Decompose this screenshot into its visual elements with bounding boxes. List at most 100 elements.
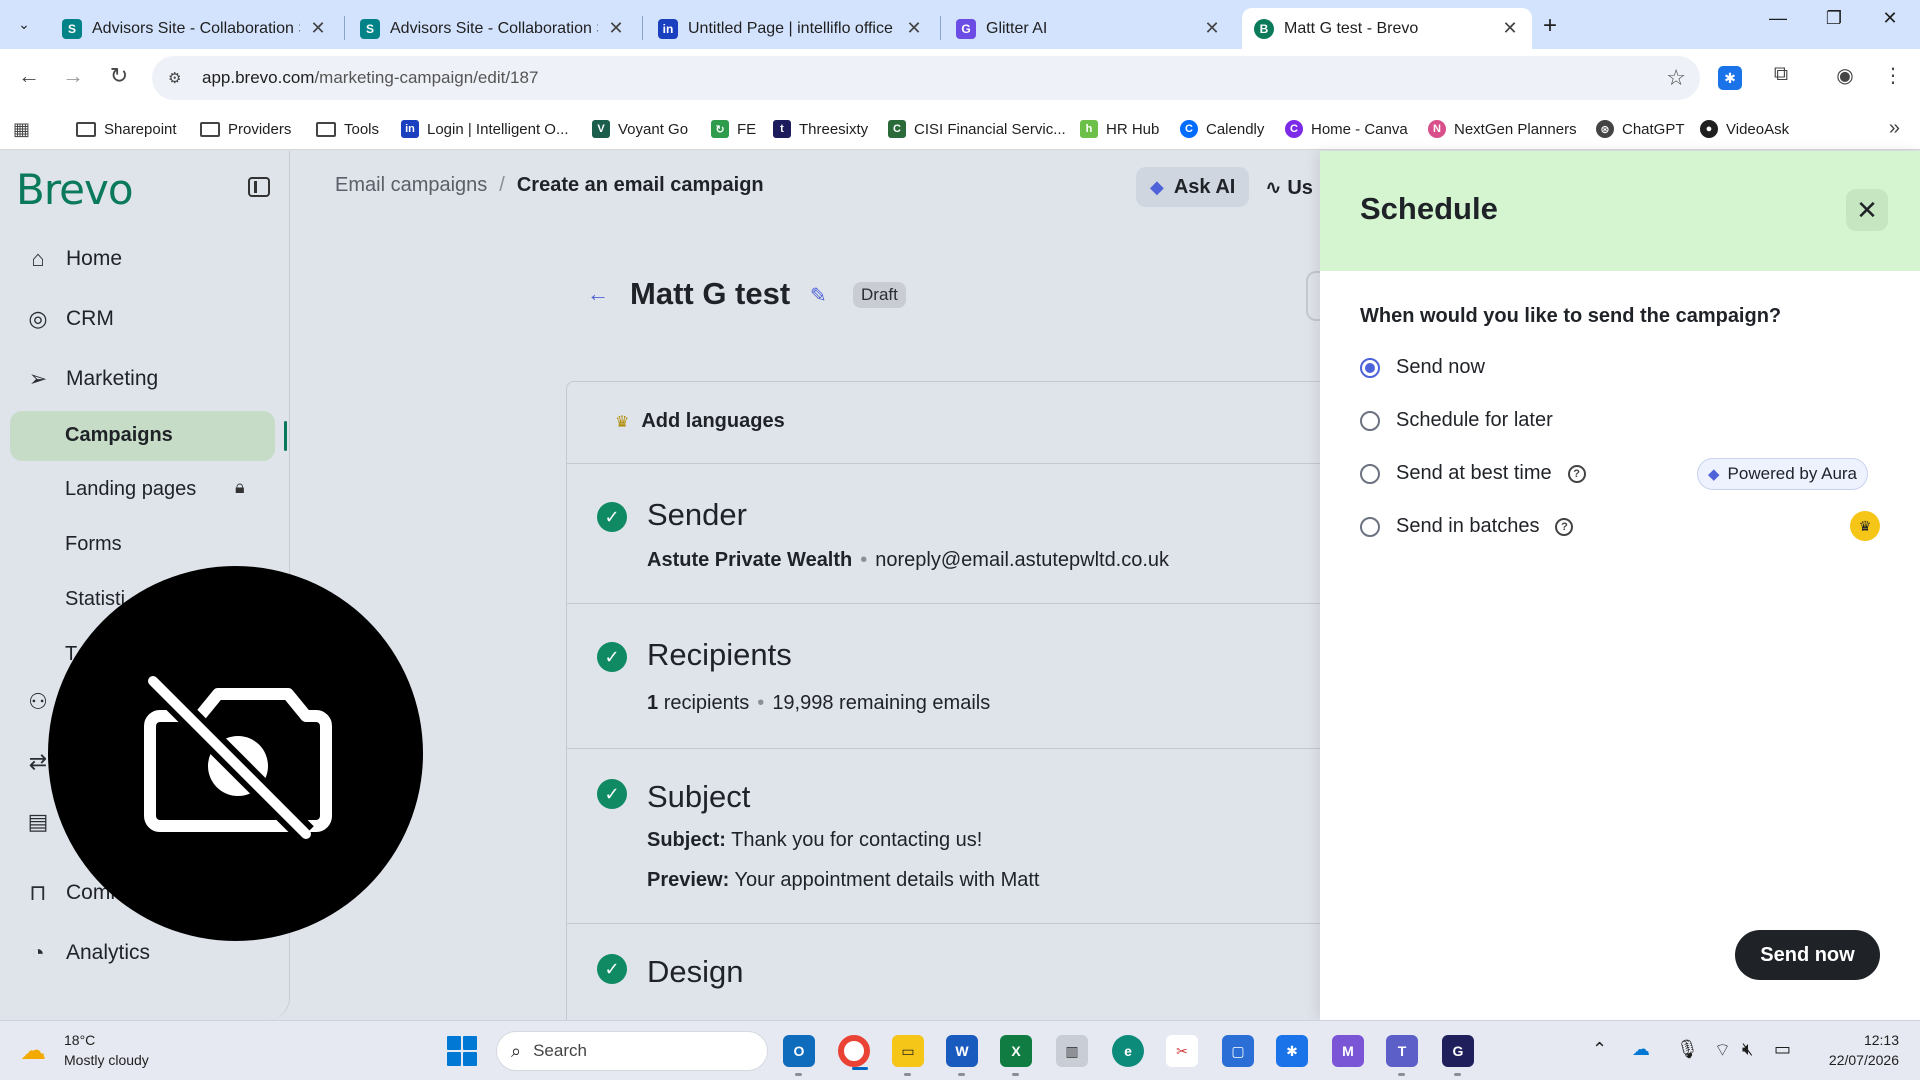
apps-grid-icon[interactable]: ▦ xyxy=(13,119,30,140)
app-icon[interactable]: ▢ xyxy=(1222,1035,1254,1067)
weather-description[interactable]: Mostly cloudy xyxy=(64,1052,149,1068)
edit-pencil-icon[interactable]: ✎ xyxy=(810,283,827,308)
sidebar-item-home[interactable]: ⌂ Home xyxy=(24,245,122,273)
radio-schedule-later[interactable] xyxy=(1360,410,1380,431)
tab-close-icon[interactable]: ✕ xyxy=(1500,18,1520,39)
browser-tab[interactable]: S Advisors Site - Collaboration Sit ✕ xyxy=(348,8,638,49)
collapse-sidebar-icon[interactable] xyxy=(248,177,270,197)
file-explorer-icon[interactable]: ▭ xyxy=(892,1035,924,1076)
volume-muted-icon[interactable]: 🔇︎ xyxy=(1742,1039,1753,1060)
bookmark-item[interactable]: V Voyant Go xyxy=(592,108,688,150)
windows-start-icon[interactable] xyxy=(447,1036,477,1066)
radio-best-time[interactable] xyxy=(1360,463,1380,484)
tab-close-icon[interactable]: ✕ xyxy=(308,18,328,39)
sidebar-item-campaigns[interactable]: Campaigns xyxy=(65,424,173,447)
radio-batches[interactable] xyxy=(1360,516,1380,537)
weather-temperature[interactable]: 18°C xyxy=(64,1032,95,1048)
battery-icon[interactable]: ▭ xyxy=(1774,1039,1791,1060)
app-icon[interactable]: G xyxy=(1442,1035,1474,1076)
extension-icon[interactable]: ✱ xyxy=(1718,66,1742,90)
edge-icon[interactable]: e xyxy=(1112,1035,1144,1067)
sender-section[interactable]: ✓ Sender Astute Private Wealth • noreply@e… xyxy=(567,464,1367,604)
site-info-icon[interactable]: ⚙ xyxy=(168,69,188,87)
bookmark-item[interactable]: ● VideoAsk xyxy=(1700,108,1789,150)
sidebar-item-analytics[interactable]: ◔ Analytics xyxy=(24,939,150,967)
forward-icon[interactable]: → xyxy=(58,63,88,89)
reload-icon[interactable]: ↻ xyxy=(104,63,134,89)
browser-tab[interactable]: S Advisors Site - Collaboration Sit ✕ xyxy=(50,8,340,49)
browser-tab-active[interactable]: B Matt G test - Brevo ✕ xyxy=(1242,8,1532,49)
tab-search-chevron-icon[interactable]: ⌄ xyxy=(10,10,38,38)
webcam-overlay[interactable] xyxy=(48,566,423,941)
back-arrow-icon[interactable]: ← xyxy=(587,281,609,307)
breadcrumb-parent[interactable]: Email campaigns xyxy=(335,174,487,197)
radio-send-now[interactable] xyxy=(1360,357,1380,378)
close-panel-button[interactable]: ✕ xyxy=(1846,189,1888,231)
tab-close-icon[interactable]: ✕ xyxy=(904,18,924,39)
chrome-icon[interactable] xyxy=(838,1035,870,1070)
recipients-section[interactable]: ✓ Recipients 1 recipients • 19,998 remaini… xyxy=(567,604,1367,749)
bookmark-item[interactable]: t Threesixty xyxy=(773,108,868,150)
tab-close-icon[interactable]: ✕ xyxy=(606,18,626,39)
snipping-tool-icon[interactable]: ✂ xyxy=(1166,1035,1198,1067)
back-icon[interactable]: ← xyxy=(14,63,44,89)
option-send-now[interactable]: Send now xyxy=(1360,356,1485,379)
bookmark-folder[interactable]: Providers xyxy=(200,108,291,150)
app-icon[interactable]: ✱ xyxy=(1276,1035,1308,1067)
option-best-time[interactable]: Send at best time ? xyxy=(1360,462,1586,485)
wifi-icon[interactable]: ⌔ xyxy=(1714,1039,1731,1062)
design-section[interactable]: ✓ Design xyxy=(567,924,1367,1020)
show-hidden-icons[interactable]: ⌃ xyxy=(1592,1039,1607,1060)
bookmark-item[interactable]: C Calendly xyxy=(1180,108,1264,150)
add-languages-row[interactable]: ♛ Add languages xyxy=(567,382,1367,464)
weather-cloud-icon[interactable]: ☁ xyxy=(20,1035,46,1066)
teams-icon[interactable]: T xyxy=(1386,1035,1418,1076)
bookmark-item[interactable]: C Home - Canva xyxy=(1285,108,1408,150)
send-now-button[interactable]: Send now xyxy=(1735,930,1880,980)
bookmark-item[interactable]: h HR Hub xyxy=(1080,108,1159,150)
outlook-icon[interactable]: O xyxy=(783,1035,815,1076)
help-icon[interactable]: ? xyxy=(1555,517,1574,536)
sidebar-item-landing-pages[interactable]: Landing pages xyxy=(65,478,196,501)
usage-button[interactable]: ∿ Us xyxy=(1265,175,1313,200)
microphone-icon[interactable]: 🎙︎ xyxy=(1676,1039,1699,1060)
app-icon[interactable]: ▥ xyxy=(1056,1035,1088,1067)
extensions-puzzle-icon[interactable]: ⧉ xyxy=(1766,63,1796,86)
restore-icon[interactable]: ❐ xyxy=(1814,8,1854,29)
new-tab-icon[interactable]: + xyxy=(1543,12,1557,40)
browser-menu-icon[interactable]: ⋮ xyxy=(1878,63,1908,88)
word-icon[interactable]: W xyxy=(946,1035,978,1076)
bookmark-folder[interactable]: Tools xyxy=(316,108,379,150)
sidebar-item-crm[interactable]: ◎ CRM xyxy=(24,305,113,333)
bookmark-item[interactable]: ↻ FE xyxy=(711,108,756,150)
add-languages-button[interactable]: ♛ Add languages xyxy=(615,410,785,433)
ask-ai-button[interactable]: ◆ Ask AI xyxy=(1136,167,1250,207)
bookmark-item[interactable]: ⊛ ChatGPT xyxy=(1596,108,1685,150)
address-bar[interactable]: ⚙ app.brevo.com/marketing-campaign/edit/… xyxy=(152,56,1700,100)
bookmark-item[interactable]: C CISI Financial Servic... xyxy=(888,108,1066,150)
minimize-icon[interactable]: — xyxy=(1758,8,1798,29)
tab-close-icon[interactable]: ✕ xyxy=(1202,18,1222,39)
more-bookmarks-icon[interactable]: » xyxy=(1889,117,1900,140)
bookmark-item[interactable]: in Login | Intelligent O... xyxy=(401,108,568,150)
option-batches[interactable]: Send in batches ? xyxy=(1360,515,1574,538)
profile-icon[interactable]: ◉ xyxy=(1830,63,1860,88)
excel-icon[interactable]: X xyxy=(1000,1035,1032,1076)
clock-date[interactable]: 22/07/2026 xyxy=(1817,1052,1899,1068)
taskbar-search[interactable]: ⌕ Search xyxy=(496,1031,768,1071)
brevo-logo[interactable]: Brevo xyxy=(16,165,134,214)
bookmark-item[interactable]: N NextGen Planners xyxy=(1428,108,1577,150)
bookmark-folder[interactable]: Sharepoint xyxy=(76,108,177,150)
sidebar-item-forms[interactable]: Forms xyxy=(65,533,122,556)
clock-time[interactable]: 12:13 xyxy=(1839,1032,1899,1048)
subject-section[interactable]: ✓ Subject Subject: Thank you for contact… xyxy=(567,749,1367,924)
bookmark-star-icon[interactable]: ☆ xyxy=(1666,65,1686,91)
browser-tab[interactable]: G Glitter AI ✕ xyxy=(944,8,1234,49)
option-schedule-later[interactable]: Schedule for later xyxy=(1360,409,1553,432)
onedrive-icon[interactable]: ☁ xyxy=(1632,1039,1650,1060)
help-icon[interactable]: ? xyxy=(1567,464,1586,483)
sidebar-item-marketing[interactable]: ➢ Marketing xyxy=(24,365,158,393)
close-window-icon[interactable]: ✕ xyxy=(1870,8,1910,29)
browser-tab[interactable]: in Untitled Page | intelliflo office ✕ xyxy=(646,8,936,49)
m365-icon[interactable]: M xyxy=(1332,1035,1364,1067)
